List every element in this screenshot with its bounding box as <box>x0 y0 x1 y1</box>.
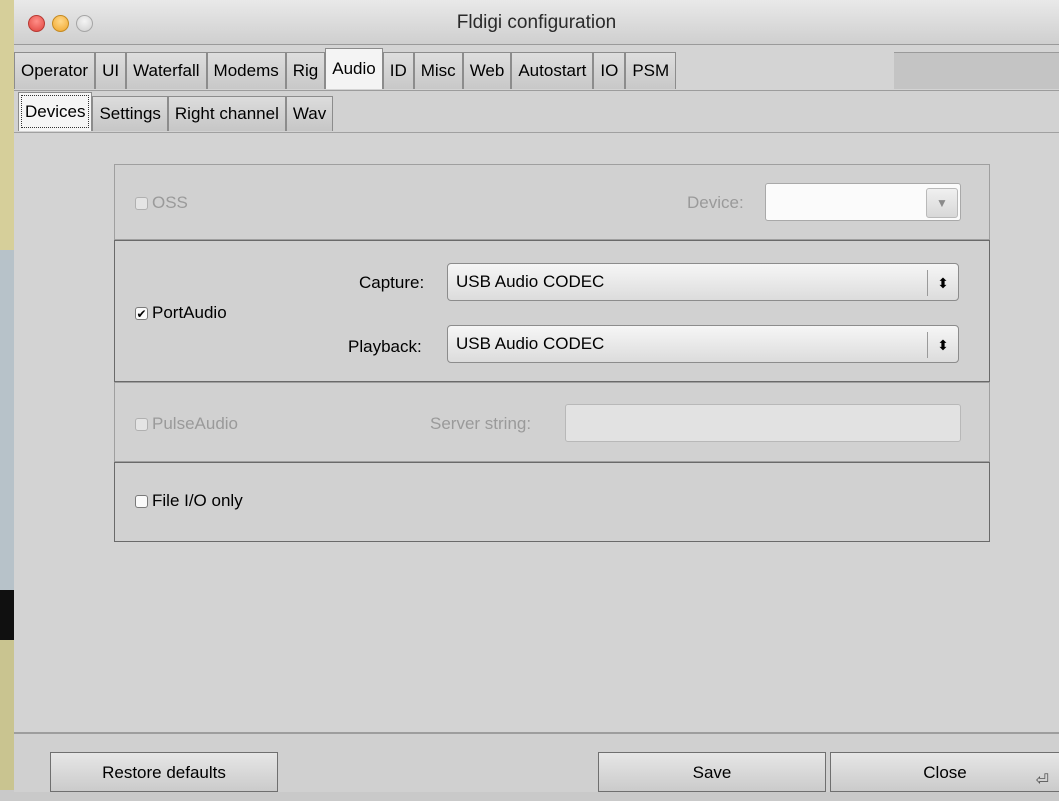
tab-operator[interactable]: Operator <box>14 52 96 89</box>
pulseaudio-checkbox[interactable]: PulseAudio <box>135 414 238 434</box>
subtab-right-channel[interactable]: Right channel <box>167 96 286 131</box>
tabs-filler <box>894 52 1059 89</box>
oss-group: OSS Device: ▼ <box>114 164 990 240</box>
capture-label: Capture: <box>359 273 425 292</box>
oss-checkbox-box <box>135 196 148 210</box>
fileio-checkbox[interactable]: File I/O only <box>135 491 243 511</box>
main-tabs: Operator UI Waterfall Modems Rig Audio I… <box>14 48 677 90</box>
save-button[interactable]: Save <box>598 752 826 792</box>
portaudio-group: ✔ PortAudio Capture: USB Audio CODEC ⬍ P… <box>114 240 990 382</box>
subtab-wav[interactable]: Wav <box>285 96 334 131</box>
fileio-checkbox-box <box>135 494 148 508</box>
close-button[interactable]: Close ⏎ <box>830 752 1059 792</box>
checkmark-icon: ✔ <box>135 306 148 321</box>
updown-icon: ⬍ <box>927 332 958 358</box>
tab-id[interactable]: ID <box>382 52 414 89</box>
tab-misc[interactable]: Misc <box>413 52 463 89</box>
restore-defaults-button[interactable]: Restore defaults <box>50 752 278 792</box>
fileio-label: File I/O only <box>152 491 243 510</box>
subtab-devices[interactable]: Devices <box>18 92 93 131</box>
tab-audio[interactable]: Audio <box>325 48 383 89</box>
pulseaudio-checkbox-box <box>135 417 148 431</box>
oss-device-combo[interactable]: ▼ <box>765 183 961 221</box>
tab-waterfall[interactable]: Waterfall <box>126 52 207 89</box>
capture-value: USB Audio CODEC <box>456 272 605 291</box>
capture-select[interactable]: USB Audio CODEC ⬍ <box>447 263 959 301</box>
tab-autostart[interactable]: Autostart <box>511 52 594 89</box>
updown-icon: ⬍ <box>927 270 958 296</box>
server-string-input[interactable] <box>565 404 961 442</box>
pulseaudio-label: PulseAudio <box>152 414 239 433</box>
tab-modems[interactable]: Modems <box>206 52 286 89</box>
oss-label: OSS <box>152 193 188 212</box>
close-button-label: Close <box>923 763 967 782</box>
oss-device-label: Device: <box>687 193 744 212</box>
tab-psm[interactable]: PSM <box>625 52 677 89</box>
tab-rig[interactable]: Rig <box>285 52 326 89</box>
fileio-group: File I/O only <box>114 462 990 542</box>
background-desktop-strip <box>0 0 14 790</box>
playback-select[interactable]: USB Audio CODEC ⬍ <box>447 325 959 363</box>
server-string-label: Server string: <box>430 414 532 433</box>
playback-value: USB Audio CODEC <box>456 334 605 353</box>
playback-label: Playback: <box>348 337 422 356</box>
enter-icon: ⏎ <box>1035 772 1049 789</box>
chevron-down-icon[interactable]: ▼ <box>926 188 958 218</box>
pulseaudio-group: PulseAudio Server string: <box>114 382 990 462</box>
portaudio-checkbox[interactable]: ✔ PortAudio <box>135 303 227 323</box>
tab-ui[interactable]: UI <box>95 52 127 89</box>
portaudio-label: PortAudio <box>152 303 227 322</box>
subtab-settings[interactable]: Settings <box>92 96 168 131</box>
tab-web[interactable]: Web <box>462 52 512 89</box>
oss-checkbox[interactable]: OSS <box>135 193 188 213</box>
audio-subtabs: Devices Settings Right channel Wav <box>18 92 334 131</box>
window-title: Fldigi configuration <box>456 12 617 33</box>
tab-io[interactable]: IO <box>593 52 626 89</box>
title-bar: Fldigi configuration <box>14 0 1059 45</box>
config-window: Fldigi configuration Operator UI Waterfa… <box>14 0 1059 792</box>
